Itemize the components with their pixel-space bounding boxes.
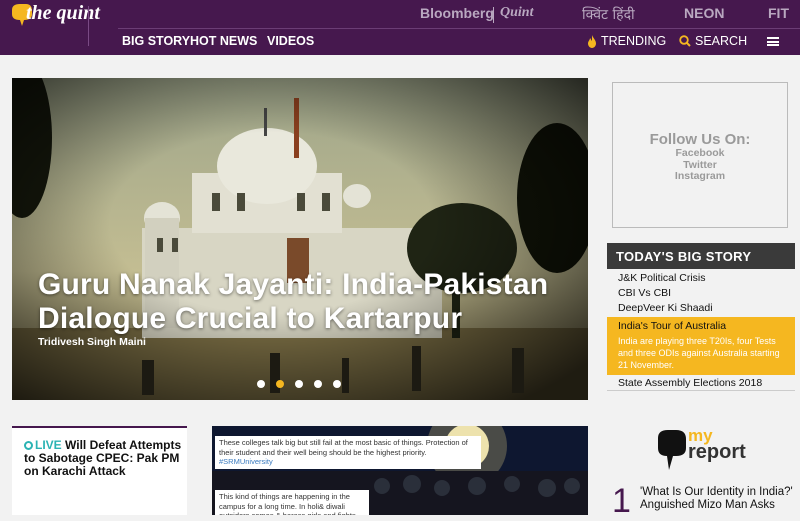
myreport-report: report xyxy=(688,441,746,463)
partner-bloomberg[interactable]: Bloomberg xyxy=(420,5,494,21)
carousel-dot[interactable] xyxy=(295,380,303,388)
live-news-card[interactable]: LIVE Will Defeat Attempts to Sabotage CP… xyxy=(12,426,187,515)
partner-fit[interactable]: FIT xyxy=(768,5,789,21)
hero-title[interactable]: Guru Nanak Jayanti: India-Pakistan Dialo… xyxy=(38,268,578,336)
header-divider xyxy=(118,28,800,29)
partner-links: Bloomberg Quint क्विंट हिंदी NEON FIT xyxy=(400,5,800,25)
story-link[interactable]: State Assembly Elections 2018 xyxy=(607,375,795,391)
search-label: SEARCH xyxy=(695,34,748,48)
nav-hot-news[interactable]: HOT NEWS xyxy=(190,34,257,48)
tweet-photo-card[interactable]: These colleges talk big but still fail a… xyxy=(212,426,588,515)
partner-quint[interactable]: Quint xyxy=(500,5,533,21)
hero-carousel[interactable]: Guru Nanak Jayanti: India-Pakistan Dialo… xyxy=(12,78,588,400)
story-highlight-desc: India are playing three T20Is, four Test… xyxy=(618,336,780,370)
logo-divider xyxy=(88,6,89,46)
story-link[interactable]: J&K Political Crisis xyxy=(607,270,795,285)
rank-number: 1 xyxy=(612,482,631,520)
live-news-text: LIVE Will Defeat Attempts to Sabotage CP… xyxy=(24,439,189,478)
partner-neon[interactable]: NEON xyxy=(684,5,724,21)
trending-label: TRENDING xyxy=(601,34,667,48)
tweet-1-text: These colleges talk big but still fail a… xyxy=(219,438,468,457)
partner-divider xyxy=(493,7,494,23)
follow-title: Follow Us On: xyxy=(649,131,751,148)
site-header: the quint Bloomberg Quint क्विंट हिंदी N… xyxy=(0,0,800,55)
todays-big-story-heading: TODAY'S BIG STORY xyxy=(607,243,795,269)
myreport-text: my report xyxy=(688,427,746,463)
carousel-dot[interactable] xyxy=(314,380,322,388)
speech-bubble-icon xyxy=(658,430,686,470)
carousel-dot[interactable] xyxy=(257,380,265,388)
trending-link[interactable]: TRENDING xyxy=(587,34,666,48)
carousel-dots xyxy=(257,380,341,388)
follow-facebook[interactable]: Facebook xyxy=(613,147,787,160)
tweet-hashtag[interactable]: #SRMUniversity xyxy=(219,457,273,466)
partner-hindi[interactable]: क्विंट हिंदी xyxy=(582,5,635,24)
nav-videos[interactable]: VIDEOS xyxy=(267,34,314,48)
todays-big-story: TODAY'S BIG STORY J&K Political Crisis C… xyxy=(607,243,795,391)
myreport-logo[interactable]: my report xyxy=(656,427,756,472)
story-link[interactable]: CBI Vs CBI xyxy=(607,285,795,300)
hero-author[interactable]: Tridivesh Singh Maini xyxy=(38,336,146,348)
fire-icon xyxy=(588,34,596,48)
tweet-2-text: This kind of things are happening in the… xyxy=(219,492,358,515)
nav-big-story[interactable]: BIG STORY xyxy=(122,34,190,48)
carousel-dot[interactable] xyxy=(333,380,341,388)
carousel-dot-active[interactable] xyxy=(276,380,284,388)
myreport-headline[interactable]: 'What Is Our Identity in India?' Anguish… xyxy=(640,486,800,512)
follow-instagram[interactable]: Instagram xyxy=(613,170,787,183)
story-highlight[interactable]: India's Tour of Australia India are play… xyxy=(607,317,795,375)
follow-us-box: Follow Us On: Facebook Twitter Instagram xyxy=(612,82,788,228)
live-icon xyxy=(24,441,33,450)
story-highlight-title: India's Tour of Australia xyxy=(618,320,727,332)
tweet-2: This kind of things are happening in the… xyxy=(215,490,369,515)
menu-icon[interactable] xyxy=(767,37,779,46)
story-link[interactable]: DeepVeer Ki Shaadi xyxy=(607,300,795,315)
tweet-1: These colleges talk big but still fail a… xyxy=(215,436,481,469)
search-icon xyxy=(679,35,691,47)
search-link[interactable]: SEARCH xyxy=(679,34,747,48)
live-badge: LIVE xyxy=(35,438,62,452)
gurdwara-image xyxy=(12,78,588,400)
